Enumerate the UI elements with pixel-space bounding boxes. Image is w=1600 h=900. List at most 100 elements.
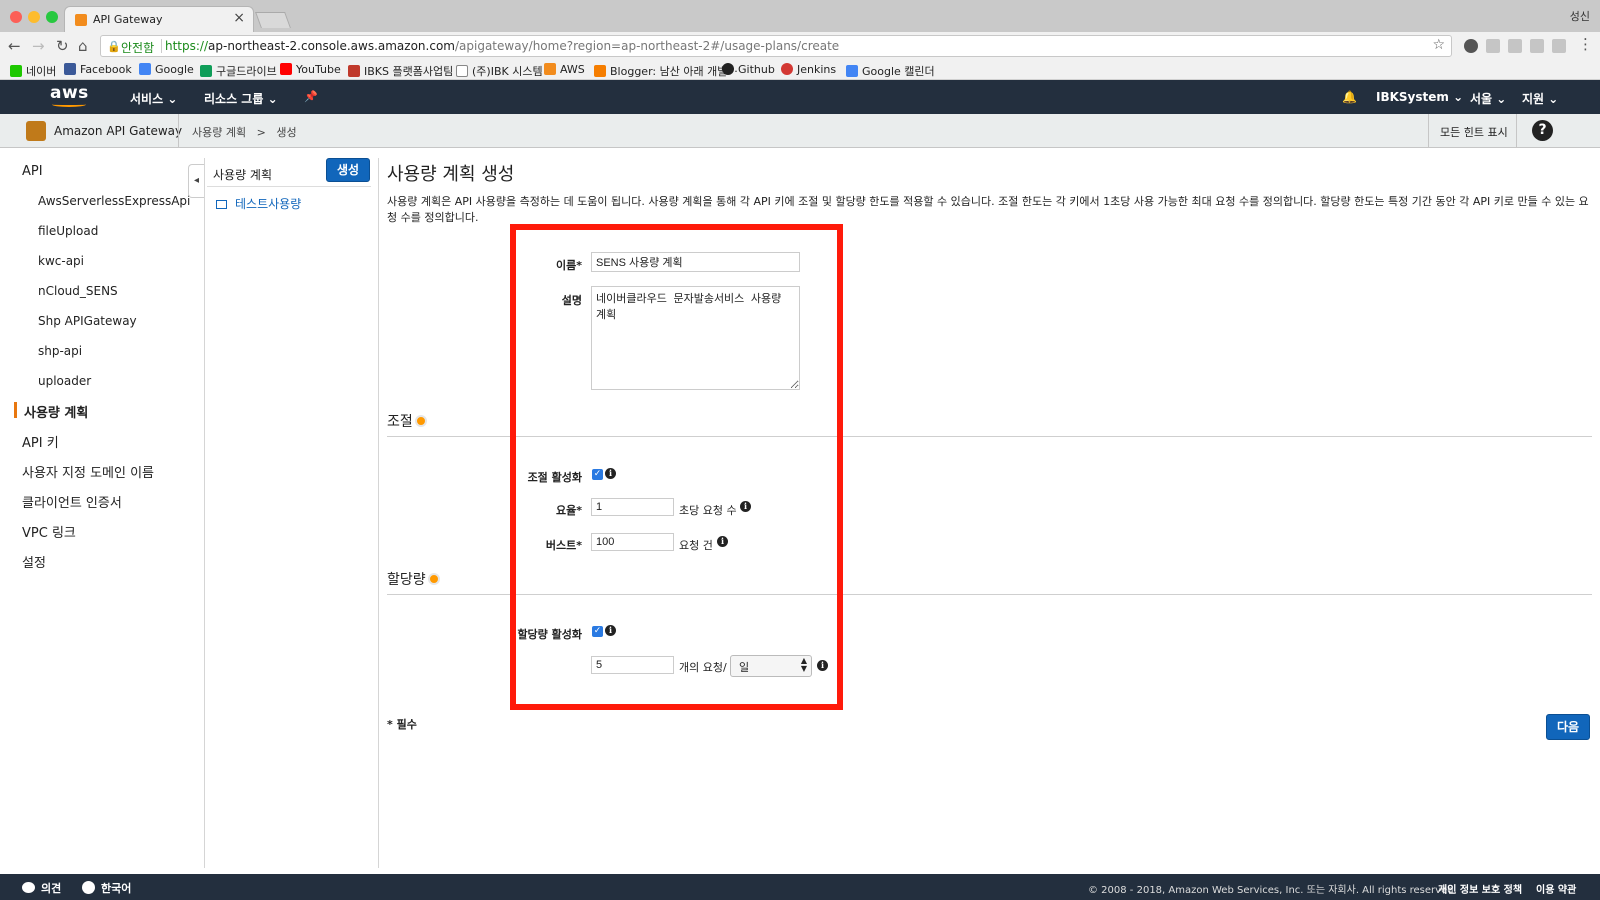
throttle-section-title: 조절	[387, 411, 427, 431]
naver-icon	[10, 65, 22, 77]
extension-icon[interactable]	[1508, 39, 1522, 53]
plan-list-item[interactable]: 테스트사용량	[216, 195, 301, 212]
services-menu[interactable]: 서비스 ⌄	[130, 90, 177, 107]
highlight-annotation-box	[510, 224, 843, 710]
help-icon[interactable]: ?	[1532, 120, 1553, 141]
sidebar-item-custom-domains[interactable]: 사용자 지정 도메인 이름	[22, 462, 154, 481]
browser-tab[interactable]: API Gateway ×	[64, 6, 254, 32]
sidebar-item-usage-plans[interactable]: 사용량 계획	[24, 402, 88, 421]
bookmark-item[interactable]: Facebook	[64, 63, 132, 76]
sidebar-item-api-keys[interactable]: API 키	[22, 432, 59, 451]
sidebar-api-item[interactable]: shp-api	[38, 344, 82, 358]
bookmark-item[interactable]: (주)IBK 시스템	[456, 63, 543, 79]
github-icon	[722, 63, 734, 75]
sidebar-api-header[interactable]: API	[22, 164, 43, 179]
chevron-down-icon: ⌄	[267, 92, 278, 106]
region-menu[interactable]: 서울 ⌄	[1470, 90, 1506, 107]
blogger-icon	[594, 65, 606, 77]
breadcrumb-parent[interactable]: 사용량 계획	[192, 126, 246, 139]
sidebar-item-vpc-links[interactable]: VPC 링크	[22, 522, 76, 541]
new-tab-button[interactable]	[255, 12, 291, 28]
next-button[interactable]: 다음	[1546, 714, 1590, 740]
sidebar-item-settings[interactable]: 설정	[22, 552, 46, 571]
bookmark-item[interactable]: IBKS 플랫폼사업팀	[348, 63, 453, 79]
bookmark-item[interactable]: Google	[139, 63, 194, 76]
privacy-link[interactable]: 개인 정보 보호 정책	[1438, 881, 1522, 896]
extension-icon[interactable]	[1530, 39, 1544, 53]
extension-icon[interactable]	[1486, 39, 1500, 53]
bookmark-item[interactable]: 네이버	[10, 63, 56, 79]
hint-dot-icon[interactable]	[414, 415, 427, 427]
create-plan-button[interactable]: 생성	[326, 158, 370, 182]
ibks-icon	[348, 65, 360, 77]
bookmark-item[interactable]: Blogger: 남산 아래 개발···	[594, 63, 738, 79]
home-icon[interactable]: ⌂	[78, 37, 88, 55]
divider	[207, 186, 371, 187]
youtube-icon	[280, 63, 292, 75]
breadcrumb-current: 생성	[276, 126, 297, 139]
bookmark-item[interactable]: Jenkins	[781, 63, 836, 76]
address-toolbar: ← → ↻ ⌂ 🔒 안전함 https://ap-northeast-2.con…	[0, 32, 1600, 60]
tab-title: API Gateway	[93, 13, 163, 26]
facebook-icon	[64, 63, 76, 75]
url-text: https://ap-northeast-2.console.aws.amazo…	[165, 39, 839, 53]
bookmark-item[interactable]: AWS	[544, 63, 585, 76]
chevron-down-icon: ⌄	[1496, 92, 1507, 106]
extension-icon[interactable]	[1464, 39, 1478, 53]
terms-link[interactable]: 이용 약관	[1536, 881, 1576, 896]
bell-icon[interactable]: 🔔	[1342, 90, 1357, 104]
chevron-down-icon: ⌄	[1453, 90, 1464, 104]
support-menu[interactable]: 지원 ⌄	[1522, 90, 1558, 107]
api-gateway-icon	[26, 121, 46, 141]
forward-icon[interactable]: →	[32, 37, 45, 55]
service-name[interactable]: Amazon API Gateway	[54, 124, 182, 138]
column-divider	[204, 158, 205, 868]
jenkins-icon	[781, 63, 793, 75]
back-icon[interactable]: ←	[8, 37, 21, 55]
bookmark-item[interactable]: Github	[722, 63, 775, 76]
bookmark-item[interactable]: YouTube	[280, 63, 341, 76]
account-menu[interactable]: IBKSystem ⌄	[1376, 90, 1463, 104]
sidebar-api-item[interactable]: Shp APIGateway	[38, 314, 137, 328]
quota-section-title: 할당량	[387, 569, 440, 589]
url-divider	[161, 39, 162, 53]
url-bar[interactable]: 🔒 안전함 https://ap-northeast-2.console.aws…	[100, 35, 1452, 57]
console-footer: 의견 한국어 © 2008 - 2018, Amazon Web Service…	[0, 874, 1600, 900]
zoom-window-button[interactable]	[46, 11, 58, 23]
bookmark-item[interactable]: Google 캘린더	[846, 63, 935, 79]
aws-top-nav: aws 서비스 ⌄ 리소스 그룹 ⌄ 📌 🔔 IBKSystem ⌄ 서울 ⌄ …	[0, 80, 1600, 114]
breadcrumb: 사용량 계획 > 생성	[192, 124, 297, 140]
sidebar-api-item[interactable]: AwsServerlessExpressApi	[38, 194, 190, 208]
profile-name[interactable]: 성신	[1570, 8, 1590, 24]
show-hints-button[interactable]: 모든 힌트 표시	[1440, 124, 1508, 140]
hint-dot-icon[interactable]	[427, 573, 440, 585]
aws-icon	[544, 63, 556, 75]
close-window-button[interactable]	[10, 11, 22, 23]
browser-menu-icon[interactable]: ⋮	[1578, 35, 1593, 53]
breadcrumb-separator: >	[256, 126, 266, 139]
calendar-icon	[846, 65, 858, 77]
sidebar-selected-indicator	[14, 402, 17, 418]
divider	[178, 114, 179, 148]
sidebar-item-client-certificates[interactable]: 클라이언트 인증서	[22, 492, 122, 511]
sidebar-api-item[interactable]: fileUpload	[38, 224, 98, 238]
feedback-link[interactable]: 의견	[22, 880, 61, 896]
extension-icon[interactable]	[1552, 39, 1566, 53]
url-host: ap-northeast-2.console.aws.amazon.com	[208, 39, 455, 53]
pin-icon[interactable]: 📌	[304, 90, 318, 103]
tab-close-icon[interactable]: ×	[233, 10, 245, 26]
sidebar-api-item[interactable]: nCloud_SENS	[38, 284, 118, 298]
resource-groups-menu[interactable]: 리소스 그룹 ⌄	[204, 90, 278, 107]
aws-logo[interactable]: aws	[50, 83, 89, 103]
reload-icon[interactable]: ↻	[56, 37, 69, 55]
language-selector[interactable]: 한국어	[82, 880, 131, 896]
bookmark-item[interactable]: 구글드라이브	[200, 63, 277, 79]
collapse-sidebar-icon[interactable]: ◂	[188, 164, 204, 198]
bookmark-star-icon[interactable]: ☆	[1432, 37, 1445, 53]
sidebar-api-item[interactable]: kwc-api	[38, 254, 84, 268]
minimize-window-button[interactable]	[28, 11, 40, 23]
google-icon	[139, 63, 151, 75]
column-divider	[378, 158, 379, 868]
page-title: 사용량 계획 생성	[387, 164, 515, 185]
sidebar-api-item[interactable]: uploader	[38, 374, 91, 388]
